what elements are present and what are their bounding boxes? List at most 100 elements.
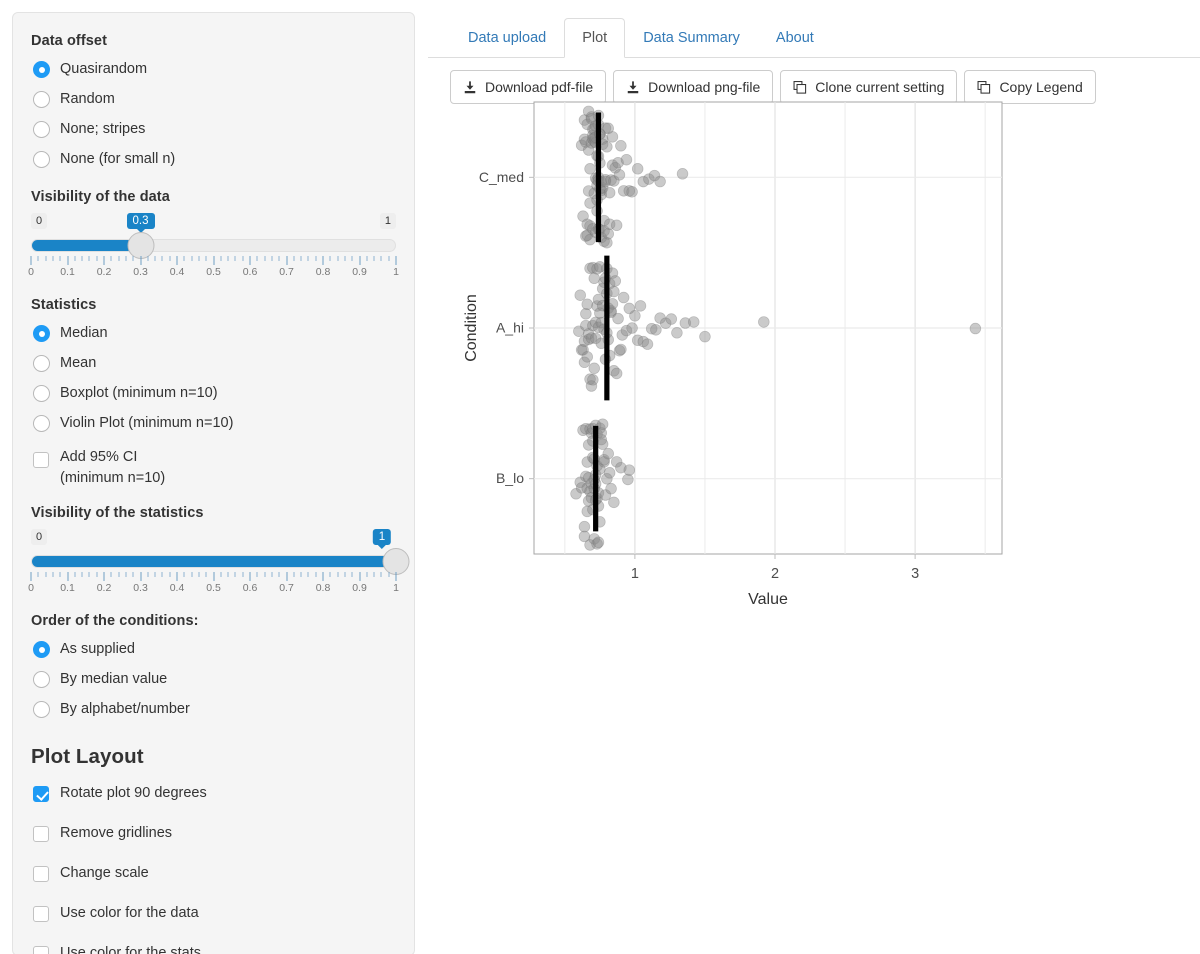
slider-fill	[32, 556, 395, 567]
order-option-0[interactable]: As supplied	[31, 637, 396, 663]
slider-track[interactable]	[31, 555, 396, 568]
download-icon	[627, 80, 639, 93]
slider-tick-label: 0.7	[279, 582, 294, 594]
slider-tick-minor	[45, 572, 47, 577]
checkbox[interactable]	[33, 866, 49, 882]
button-label: Download pdf-file	[485, 79, 594, 95]
data-offset-option-0[interactable]: Quasirandom	[31, 57, 396, 83]
visibility-stats-slider[interactable]: 0 1 0 0.1 0.2 0.3 0.4 0.5 0.6 0.7 0.8 0.9 1	[28, 529, 410, 597]
slider-tick-minor	[88, 572, 90, 577]
slider-tick	[213, 572, 214, 581]
radio-button[interactable]	[33, 325, 50, 342]
radio-button[interactable]	[33, 415, 50, 432]
radio-button[interactable]	[33, 91, 50, 108]
slider-handle[interactable]	[382, 548, 410, 575]
slider-max-label: 1	[379, 213, 396, 229]
data-offset-option-2[interactable]: None; stripes	[31, 117, 396, 143]
slider-handle[interactable]	[127, 232, 154, 259]
slider-tick-label: 0.9	[352, 582, 367, 594]
slider-tick-minor	[388, 572, 390, 577]
data-point	[608, 285, 620, 298]
slider-tick-minor	[293, 256, 295, 261]
radio-button[interactable]	[33, 385, 50, 402]
radio-button[interactable]	[33, 121, 50, 138]
radio-button[interactable]	[33, 701, 50, 718]
slider-tick-label: 0	[28, 266, 34, 278]
order-title: Order of the conditions:	[31, 613, 199, 629]
slider-tick-minor	[183, 256, 185, 261]
slider-tick-minor	[81, 256, 83, 261]
add-ci-checkbox-row[interactable]: Add 95% CI (minimum n=10)	[31, 447, 396, 489]
slider-tick-label: 0.2	[96, 266, 112, 278]
data-point	[581, 298, 594, 311]
statistics-option-3[interactable]: Violin Plot (minimum n=10)	[31, 411, 396, 437]
radio-label: Median	[60, 325, 108, 341]
data-point	[650, 324, 662, 336]
radio-label: Quasirandom	[60, 61, 148, 77]
radio-button[interactable]	[33, 151, 50, 168]
radio-label: Mean	[60, 355, 97, 371]
statistics-option-2[interactable]: Boxplot (minimum n=10)	[31, 381, 396, 407]
data-point	[588, 272, 601, 285]
slider-tick-minor	[388, 256, 390, 261]
tab-about[interactable]: About	[758, 18, 832, 59]
slider-tick-label: 0.7	[279, 266, 294, 278]
data-point	[620, 153, 633, 166]
order-option-1[interactable]: By median value	[31, 667, 396, 693]
plot-layout-option-1[interactable]: Remove gridlines	[31, 821, 396, 847]
plot-layout-option-0[interactable]: Rotate plot 90 degrees	[31, 781, 396, 807]
slider-tick-label: 0.9	[352, 266, 367, 278]
slider-tick	[213, 256, 214, 265]
y-tick-label: A_hi	[496, 320, 524, 336]
plot-layout-option-3[interactable]: Use color for the data	[31, 901, 396, 927]
checkbox[interactable]	[33, 906, 49, 922]
radio-button[interactable]	[33, 641, 50, 658]
slider-min-label: 0	[31, 529, 48, 545]
slider-tick-label: 0.2	[96, 582, 112, 594]
slider-tick	[359, 572, 360, 581]
slider-tick-minor	[45, 256, 47, 261]
data-point	[699, 330, 711, 343]
data-point	[615, 140, 627, 152]
slider-tick-minor	[344, 256, 346, 261]
radio-button[interactable]	[33, 61, 50, 78]
radio-button[interactable]	[33, 355, 50, 372]
visibility-data-slider[interactable]: 0 1 0.3 0 0.1 0.2 0.3 0.4 0.5 0.6 0.7 0.8 0.9 1	[28, 213, 399, 281]
slider-tick-minor	[161, 256, 163, 261]
plot-layout-option-2[interactable]: Change scale	[31, 861, 396, 887]
button-label: Clone current setting	[815, 79, 945, 95]
data-offset-radio-group[interactable]: Quasirandom Random None; stripes None (for …	[31, 57, 396, 173]
slider-tick-minor	[74, 572, 76, 577]
data-point	[626, 186, 638, 198]
data-offset-option-3[interactable]: None (for small n)	[31, 147, 396, 173]
data-point	[676, 168, 689, 180]
checkbox-label: Use color for the stats	[60, 945, 202, 954]
checkbox[interactable]	[33, 786, 49, 802]
order-radio-group[interactable]: As supplied By median value By alphabet/nu…	[31, 637, 396, 723]
slider-tick	[249, 572, 251, 581]
statistics-option-0[interactable]: Median	[31, 321, 396, 347]
checkbox[interactable]	[33, 826, 49, 842]
x-tick-label: 1	[631, 566, 639, 582]
tab-data-summary[interactable]: Data Summary	[625, 18, 758, 59]
slider-tick-minor	[74, 256, 76, 261]
y-tick-label: B_lo	[496, 470, 524, 486]
statistics-option-1[interactable]: Mean	[31, 351, 396, 377]
plot-layout-checkbox-group[interactable]: Rotate plot 90 degrees Remove gridlines Ch…	[31, 781, 396, 954]
button-label: Download png-file	[648, 79, 761, 95]
checkbox[interactable]	[33, 946, 49, 954]
tab-data-upload[interactable]: Data upload	[450, 18, 564, 59]
data-offset-option-1[interactable]: Random	[31, 87, 396, 113]
radio-label: Violin Plot (minimum n=10)	[60, 415, 234, 431]
plot-layout-option-4[interactable]: Use color for the stats	[31, 941, 396, 954]
radio-button[interactable]	[33, 671, 50, 688]
radio-label: By alphabet/number	[60, 701, 190, 717]
slider-track[interactable]	[31, 239, 396, 252]
tab-bar[interactable]: Data upload Plot Data Summary About	[428, 12, 1200, 58]
add-ci-checkbox[interactable]	[33, 452, 49, 468]
statistics-radio-group[interactable]: Median Mean Boxplot (minimum n=10) Violin P…	[31, 321, 396, 437]
slider-tick	[140, 256, 141, 265]
tab-plot[interactable]: Plot	[564, 17, 626, 58]
radio-label: None (for small n)	[60, 151, 176, 167]
order-option-2[interactable]: By alphabet/number	[31, 697, 396, 723]
